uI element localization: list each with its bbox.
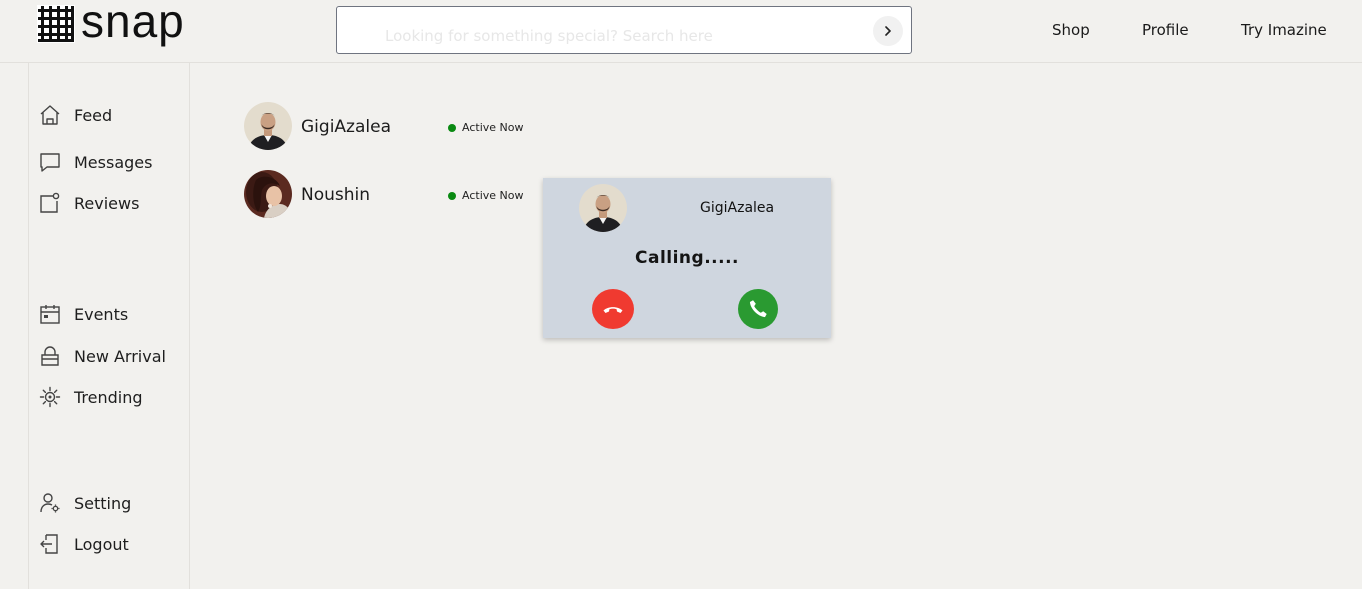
sidebar-item-label: Events (74, 304, 129, 324)
caller-avatar (579, 184, 627, 232)
calendar-icon (38, 302, 62, 326)
contact-name[interactable]: Noushin (301, 185, 370, 205)
bag-icon (38, 344, 62, 368)
sidebar-item-label: Logout (74, 534, 129, 554)
sidebar-item-events[interactable]: Events (38, 302, 128, 326)
search-bar[interactable] (336, 6, 912, 54)
sidebar-item-new-arrival[interactable]: New Arrival (38, 344, 166, 368)
phone-icon (749, 300, 767, 318)
message-icon (38, 150, 62, 174)
sidebar-item-reviews[interactable]: Reviews (38, 191, 139, 215)
sidebar-item-label: Feed (74, 105, 113, 125)
nav-try-imazine-link[interactable]: Try Imazine (1241, 21, 1327, 39)
logo-grid-icon (37, 5, 75, 43)
nav-profile-link[interactable]: Profile (1142, 21, 1189, 39)
snap-logo[interactable]: snap (37, 0, 185, 44)
sidebar-item-feed[interactable]: Feed (38, 103, 112, 127)
review-icon (38, 191, 62, 215)
search-submit-button[interactable] (873, 16, 903, 46)
top-header: snap Shop Profile Try Imazine (0, 0, 1362, 63)
contact-row[interactable]: Noushin (244, 170, 370, 218)
active-dot-icon (448, 123, 456, 132)
logout-icon (38, 532, 62, 556)
sidebar-item-label: New Arrival (74, 346, 166, 366)
status-badge: Active Now (448, 189, 523, 202)
status-text: Active Now (462, 121, 524, 134)
logo-text: snap (81, 0, 185, 47)
search-input[interactable] (385, 23, 855, 49)
chevron-right-icon (885, 26, 891, 36)
sidebar-item-logout[interactable]: Logout (38, 532, 129, 556)
sidebar-item-label: Trending (74, 387, 143, 407)
caller-name: GigiAzalea (700, 200, 775, 216)
status-badge: Active Now (448, 121, 523, 134)
accept-call-button[interactable] (738, 289, 778, 329)
active-dot-icon (448, 191, 456, 200)
nav-shop-link[interactable]: Shop (1052, 21, 1090, 39)
trending-icon (38, 385, 62, 409)
avatar[interactable] (244, 102, 292, 150)
call-status: Calling..... (635, 248, 739, 268)
decline-call-button[interactable] (592, 289, 634, 329)
contact-row[interactable]: GigiAzalea (244, 102, 391, 150)
calling-dialog: GigiAzalea Calling..... (543, 178, 831, 338)
sidebar-item-trending[interactable]: Trending (38, 385, 143, 409)
sidebar-item-messages[interactable]: Messages (38, 150, 152, 174)
user-settings-icon (38, 491, 62, 515)
avatar[interactable] (244, 170, 292, 218)
sidebar-item-setting[interactable]: Setting (38, 491, 131, 515)
status-text: Active Now (462, 189, 524, 202)
contact-name[interactable]: GigiAzalea (301, 117, 391, 137)
home-icon (38, 103, 62, 127)
hang-up-icon (603, 307, 623, 313)
sidebar: Feed Messages Reviews Events New Arrival… (28, 63, 190, 589)
sidebar-item-label: Messages (74, 152, 153, 172)
sidebar-item-label: Reviews (74, 193, 140, 213)
sidebar-item-label: Setting (74, 493, 132, 513)
